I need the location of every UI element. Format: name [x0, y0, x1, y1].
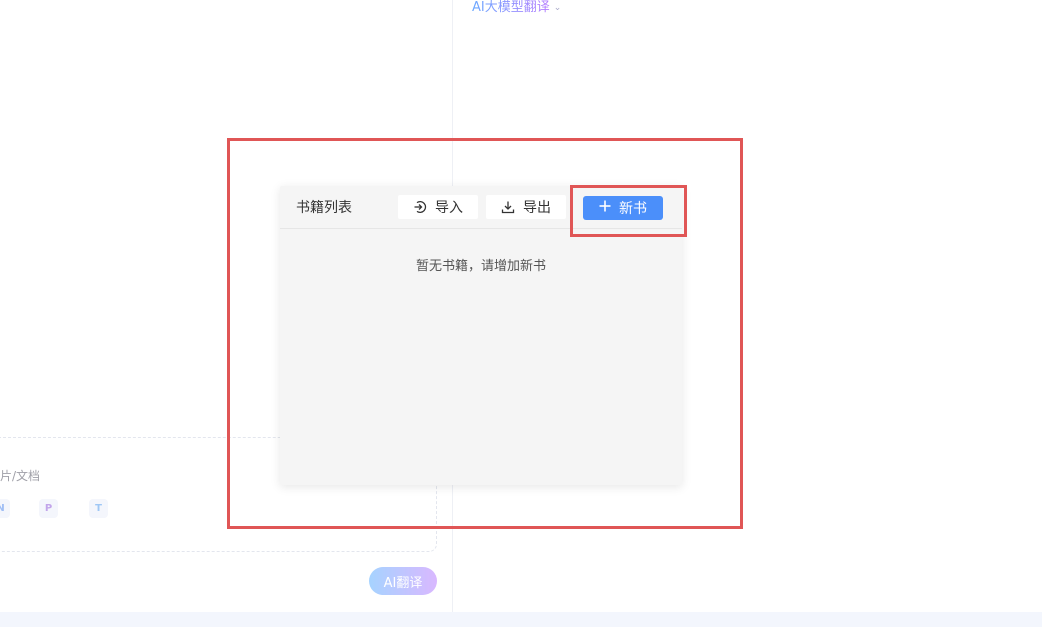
bottom-bar: [0, 612, 1042, 627]
ai-translate-button[interactable]: AI翻译: [369, 567, 437, 595]
import-icon: [413, 200, 427, 214]
model-selector-label: AI大模型翻译: [472, 0, 550, 15]
new-book-label: 新书: [619, 201, 647, 217]
file-type-t-icon: T: [89, 499, 108, 518]
empty-state-text: 暂无书籍，请增加新书: [415, 259, 546, 274]
file-type-n-icon: N: [0, 499, 10, 518]
book-list-title: 书籍列表: [296, 200, 352, 216]
import-label: 导入: [435, 200, 463, 216]
chevron-down-icon: ⌄: [553, 3, 562, 13]
book-list-header: 书籍列表 导入 导出 新书: [280, 186, 682, 229]
import-button[interactable]: 导入: [398, 195, 478, 219]
model-selector[interactable]: AI大模型翻译 ⌄: [472, 0, 561, 16]
export-button[interactable]: 导出: [486, 195, 566, 219]
export-label: 导出: [523, 200, 551, 216]
book-list-panel: 书籍列表 导入 导出 新书 暂无书籍，请增加新书: [280, 186, 682, 485]
file-type-p-icon: P: [39, 499, 58, 518]
plus-icon: [599, 200, 611, 216]
upload-hint: 片/文档: [0, 469, 41, 483]
download-icon: [501, 200, 515, 214]
new-book-button[interactable]: 新书: [583, 196, 663, 220]
